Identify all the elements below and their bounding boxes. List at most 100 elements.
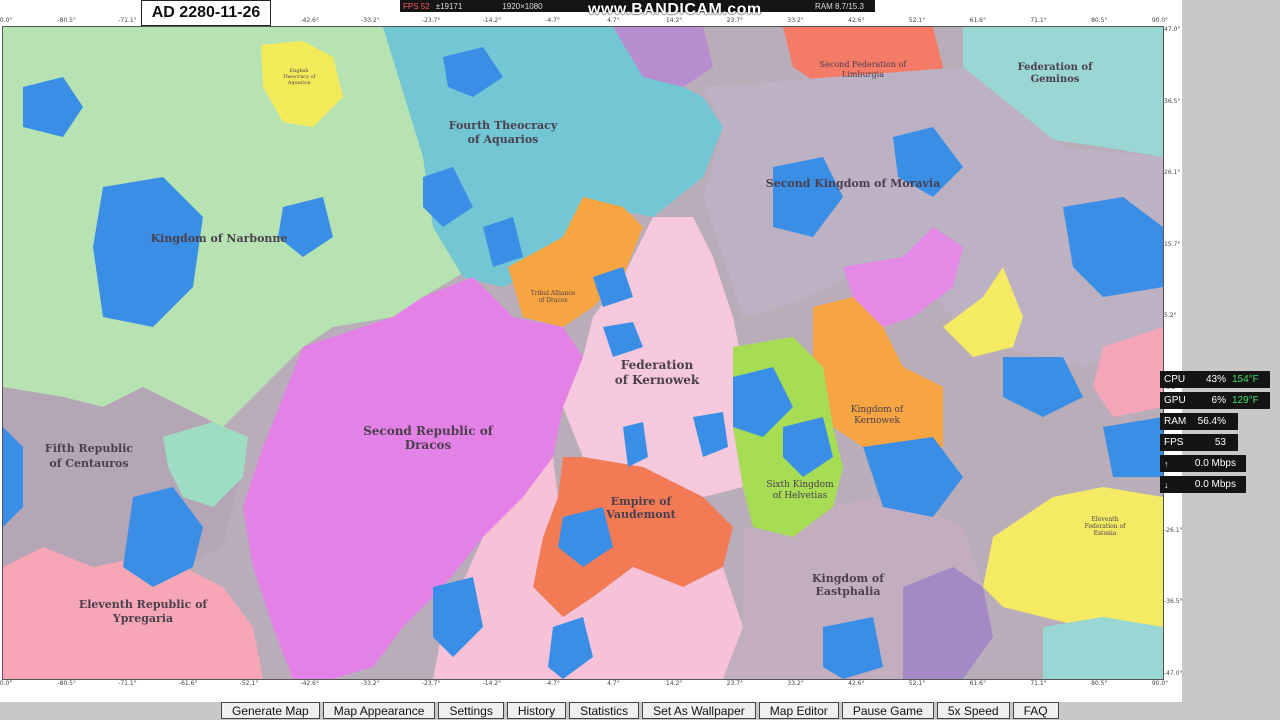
axis-tick-label: 36.5° [1164, 97, 1181, 105]
label-narbonne: Kingdom of Narbonne [151, 232, 288, 245]
world-map[interactable]: Kingdom of Narbonne Fourth Theocracy of … [2, 26, 1164, 680]
fps-value: 53 [1214, 437, 1226, 448]
upload-value: 0.0 Mbps [1194, 458, 1236, 469]
axis-tick-label: -80.5° [57, 17, 76, 24]
axis-tick-label: -26.1° [1164, 526, 1183, 534]
gpu-value: 6% [1211, 395, 1226, 406]
label-geminos-1: Federation of [1018, 62, 1094, 73]
app-window: 0.0° -80.5° -71.1° -61.6° -52.1° -42.6° -33.2°… [0, 0, 1183, 702]
label-kernowek-fed-2: of Kernowek [615, 373, 700, 387]
axis-tick-label: 80.5° [1091, 680, 1108, 687]
axis-tick-label: -14.2° [482, 680, 502, 687]
label-tribal-dracos-1: Tribal Alliance [531, 290, 576, 297]
map-editor-button[interactable]: Map Editor [758, 702, 839, 719]
label-helvetias-1: Sixth Kingdom [766, 480, 834, 490]
axis-tick-label: 71.1° [1030, 680, 1047, 687]
axis-tick-label: 52.1° [908, 680, 926, 687]
upload-row: ↑ 0.0 Mbps [1160, 455, 1246, 472]
gpu-label: GPU [1164, 395, 1186, 406]
upload-arrow-icon: ↑ [1164, 458, 1169, 469]
label-moravia: Second Kingdom of Moravia [766, 177, 940, 190]
label-limburgia-1: Second Federation of [820, 60, 908, 69]
region-teal-southeast [1043, 617, 1163, 679]
recorder-fps: FPS 52 [403, 1, 430, 11]
label-limburgia-2: Limburgia [842, 70, 884, 79]
settings-button[interactable]: Settings [438, 702, 504, 719]
download-arrow-icon: ↓ [1164, 479, 1169, 490]
statistics-button[interactable]: Statistics [569, 702, 640, 719]
axis-tick-label: 15.7° [1164, 240, 1181, 248]
axis-tick-label: 42.6° [848, 680, 865, 687]
axis-tick-label: -33.2° [361, 680, 380, 687]
axis-tick-label: -23.7° [421, 17, 441, 24]
axis-tick-label: 61.6° [969, 17, 986, 24]
fps-label: FPS [1164, 437, 1184, 448]
axis-tick-label: -42.6° [300, 17, 319, 24]
axis-tick-label: -61.6° [178, 680, 198, 687]
label-helvetias-2: of Helvetias [773, 491, 828, 501]
label-ypregaria-1: Eleventh Republic of [79, 598, 209, 611]
recorder-resolution: 1920×1080 [502, 1, 543, 11]
fps-row: FPS 53 [1160, 434, 1238, 451]
speed-button[interactable]: 5x Speed [936, 702, 1010, 719]
ram-label: RAM [1164, 416, 1187, 427]
label-english-theocracy-3: Aquarios [287, 80, 311, 86]
axis-tick-label: 80.5° [1091, 17, 1108, 24]
map-canvas[interactable]: Kingdom of Narbonne Fourth Theocracy of … [3, 27, 1163, 679]
gpu-row: GPU 6% 129°F [1160, 392, 1270, 409]
faq-button[interactable]: FAQ [1012, 702, 1059, 719]
label-dracos-1: Second Republic of [363, 424, 494, 438]
axis-tick-label: 52.1° [908, 17, 926, 24]
axis-tick-label: 71.1° [1030, 17, 1047, 24]
label-aquarios-1: Fourth Theocracy [449, 119, 558, 132]
generate-map-button[interactable]: Generate Map [221, 702, 320, 719]
label-eleventh-fed-1: Eleventh [1092, 516, 1119, 523]
axis-tick-label: 0.0° [0, 17, 13, 24]
map-appearance-button[interactable]: Map Appearance [322, 702, 436, 719]
cpu-temp: 154°F [1232, 374, 1259, 385]
axis-tick-label: 4.7° [607, 680, 620, 687]
axis-tick-label: 61.6° [969, 680, 986, 687]
ram-value: 56.4% [1197, 416, 1226, 427]
recorder-ram: RAM 8.7/15.3 [815, 1, 864, 11]
history-button[interactable]: History [506, 702, 567, 719]
axis-tick-label: -47.0° [1164, 670, 1183, 677]
download-value: 0.0 Mbps [1194, 479, 1236, 490]
recorder-counter: ±19171 [435, 1, 463, 11]
right-axis: 47.0°36.5°26.1°15.7°5.2°-5.2°-15.7°-26.1… [1162, 26, 1183, 678]
bandicam-watermark: www.BANDICAM.com [588, 1, 762, 18]
label-vaudemont-1: Empire of [611, 495, 673, 508]
label-ypregaria-2: Ypregaria [112, 612, 173, 625]
axis-tick-label: -71.1° [118, 17, 137, 24]
label-eastphalia-1: Kingdom of [812, 572, 885, 585]
axis-tick-label: -4.7° [545, 680, 560, 687]
axis-tick-label: 33.2° [787, 17, 804, 24]
axis-tick-label: 33.2° [787, 680, 804, 687]
pause-game-button[interactable]: Pause Game [841, 702, 934, 719]
axis-tick-label: 47.0° [1164, 26, 1181, 33]
axis-tick-label: -71.1° [118, 680, 137, 687]
label-geminos-2: Geminos [1031, 74, 1080, 85]
axis-tick-label: -52.1° [239, 680, 259, 687]
label-centauros-1: Fifth Republic [45, 442, 134, 455]
axis-tick-label: 23.7° [726, 680, 744, 687]
main-toolbar: Generate Map Map Appearance Settings His… [221, 702, 1059, 720]
game-date: AD 2280-11-26 [141, 0, 271, 26]
axis-tick-label: 90.0° [1151, 17, 1169, 24]
cpu-value: 43% [1205, 374, 1226, 385]
ram-row: RAM 56.4% [1160, 413, 1238, 430]
axis-tick-label: 0.0° [0, 680, 13, 687]
cpu-row: CPU 43% 154°F [1160, 371, 1270, 388]
label-eastphalia-2: Eastphalia [815, 585, 880, 598]
label-vaudemont-2: Vaudemont [605, 508, 676, 521]
gpu-temp: 129°F [1232, 395, 1259, 406]
axis-tick-label: -80.5° [57, 680, 76, 687]
label-eleventh-fed-2: Federation of [1085, 523, 1127, 530]
axis-tick-label: -23.7° [421, 680, 441, 687]
axis-tick-label: -36.5° [1164, 598, 1183, 606]
axis-tick-label: 5.2° [1164, 312, 1177, 320]
set-as-wallpaper-button[interactable]: Set As Wallpaper [642, 702, 756, 719]
axis-tick-label: -4.7° [545, 17, 560, 24]
cpu-label: CPU [1164, 374, 1186, 385]
axis-tick-label: 90.0° [1151, 680, 1169, 687]
